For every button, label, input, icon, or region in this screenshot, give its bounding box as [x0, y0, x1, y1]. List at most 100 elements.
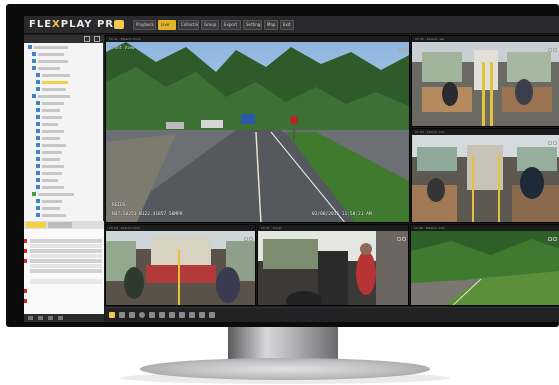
play-icon[interactable]: [159, 312, 165, 318]
alert-marker: [24, 259, 27, 263]
grid-layout-icon[interactable]: [109, 312, 115, 318]
fullscreen-icon[interactable]: [199, 312, 205, 318]
zoom-icon[interactable]: [244, 237, 248, 241]
tab-devices[interactable]: [26, 222, 46, 228]
fullscreen-icon[interactable]: [553, 237, 557, 241]
tree-item[interactable]: [28, 45, 98, 50]
event-grid: [24, 229, 104, 322]
camera-overlay-title: Front View: [110, 45, 135, 50]
layout-icon[interactable]: [129, 312, 135, 318]
table-row[interactable]: [30, 239, 102, 243]
zoom-icon[interactable]: [397, 237, 401, 241]
camera-tile-header: Ch 04 · Interior front: [106, 225, 255, 231]
layout-icon[interactable]: [119, 312, 125, 318]
camera-feed-4: [106, 231, 255, 305]
bus-interior-image: [412, 42, 559, 126]
toolbar-button-playback[interactable]: Playback: [133, 20, 156, 30]
tree-item[interactable]: [36, 129, 98, 134]
camera-tile-main[interactable]: Ch 01 · Exterior front Front View REIDS …: [105, 35, 410, 223]
tree-item[interactable]: [36, 178, 98, 183]
tree-item[interactable]: [36, 87, 98, 92]
camera-icon: [36, 122, 40, 126]
toolbar-button-map[interactable]: Map: [264, 20, 278, 30]
tree-item[interactable]: [36, 108, 98, 113]
snapshot-icon[interactable]: [149, 312, 155, 318]
camera-icon: [36, 108, 40, 112]
zoom-icon[interactable]: [548, 141, 552, 145]
zoom-icon[interactable]: [548, 48, 552, 52]
camera-feed-2: [412, 42, 559, 126]
stop-icon[interactable]: [169, 312, 175, 318]
zoom-icon[interactable]: [548, 237, 552, 241]
toolbar-button-live[interactable]: Live: [158, 20, 176, 30]
toolbar-button-export[interactable]: Export: [221, 20, 241, 30]
tree-item[interactable]: [36, 150, 98, 155]
camera-overlay-timestamp: 02/08/2016 11:50:21 AM: [312, 212, 372, 217]
tree-item[interactable]: [36, 213, 98, 218]
tree-item[interactable]: [36, 115, 98, 120]
folder-icon: [32, 52, 36, 56]
alert-marker: [24, 239, 27, 243]
app-logo: FLEXPLAY PRO: [29, 19, 124, 30]
playback-control-bar: [105, 307, 559, 322]
record-icon[interactable]: [139, 312, 145, 318]
tree-item[interactable]: [32, 52, 98, 57]
audio-icon[interactable]: [179, 312, 185, 318]
camera-tile-header: Ch 01 · Exterior front: [106, 36, 409, 42]
add-icon[interactable]: [28, 316, 33, 320]
table-row[interactable]: [30, 269, 102, 273]
tree-item[interactable]: [36, 122, 98, 127]
device-sidebar: [24, 35, 104, 322]
alert-marker: [24, 289, 27, 293]
folder-icon[interactable]: [48, 316, 53, 320]
table-row[interactable]: [30, 254, 102, 258]
table-row[interactable]: [30, 244, 102, 248]
table-row[interactable]: [30, 259, 102, 263]
tree-item[interactable]: [32, 66, 98, 71]
tree-item[interactable]: [36, 143, 98, 148]
tile-controls: [397, 37, 407, 52]
refresh-icon[interactable]: [58, 316, 63, 320]
tree-item[interactable]: [36, 206, 98, 211]
tree-item[interactable]: [36, 157, 98, 162]
bus-interior-image: [412, 135, 559, 222]
toolbar-button-exit[interactable]: Exit: [280, 20, 294, 30]
camera-feed-main: [106, 42, 409, 222]
tree-item[interactable]: [32, 59, 98, 64]
toolbar-button-settings[interactable]: Settings: [243, 20, 262, 30]
camera-tile-3[interactable]: Ch 03 · Interior mid: [411, 128, 559, 223]
tree-item[interactable]: [36, 199, 98, 204]
fullscreen-icon[interactable]: [403, 48, 407, 52]
fullscreen-icon[interactable]: [402, 237, 406, 241]
tree-item[interactable]: [36, 136, 98, 141]
zoom-icon[interactable]: [189, 312, 195, 318]
fullscreen-icon[interactable]: [249, 237, 253, 241]
search-icon[interactable]: [84, 36, 90, 42]
settings-icon[interactable]: [209, 312, 215, 318]
zoom-icon[interactable]: [398, 48, 402, 52]
tree-item[interactable]: [36, 164, 98, 169]
tile-controls: [243, 226, 253, 241]
tree-item[interactable]: [32, 192, 98, 197]
camera-tile-2[interactable]: Ch 02 · Interior rear: [411, 35, 559, 127]
camera-tile-5[interactable]: Ch 05 · Driver: [257, 224, 409, 306]
tree-item[interactable]: [36, 101, 98, 106]
camera-tile-6[interactable]: Ch 06 · Exterior side: [410, 224, 559, 306]
toolbar-button-collection[interactable]: Collection: [178, 20, 199, 30]
fullscreen-icon[interactable]: [553, 48, 557, 52]
toolbar-button-group[interactable]: Group: [201, 20, 219, 30]
tree-item[interactable]: [32, 94, 98, 99]
settings-icon[interactable]: [94, 36, 100, 42]
remove-icon[interactable]: [38, 316, 43, 320]
tree-item[interactable]: [36, 171, 98, 176]
device-tree[interactable]: [24, 43, 104, 221]
tree-item[interactable]: [36, 73, 98, 78]
fullscreen-icon[interactable]: [553, 141, 557, 145]
camera-tile-4[interactable]: Ch 04 · Interior front: [105, 224, 256, 306]
sidebar-tabs: [24, 221, 104, 229]
tree-item[interactable]: [36, 185, 98, 190]
tab-events[interactable]: [48, 222, 72, 228]
tree-item-selected[interactable]: [36, 80, 98, 85]
table-row[interactable]: [30, 249, 102, 253]
table-row[interactable]: [30, 264, 102, 268]
